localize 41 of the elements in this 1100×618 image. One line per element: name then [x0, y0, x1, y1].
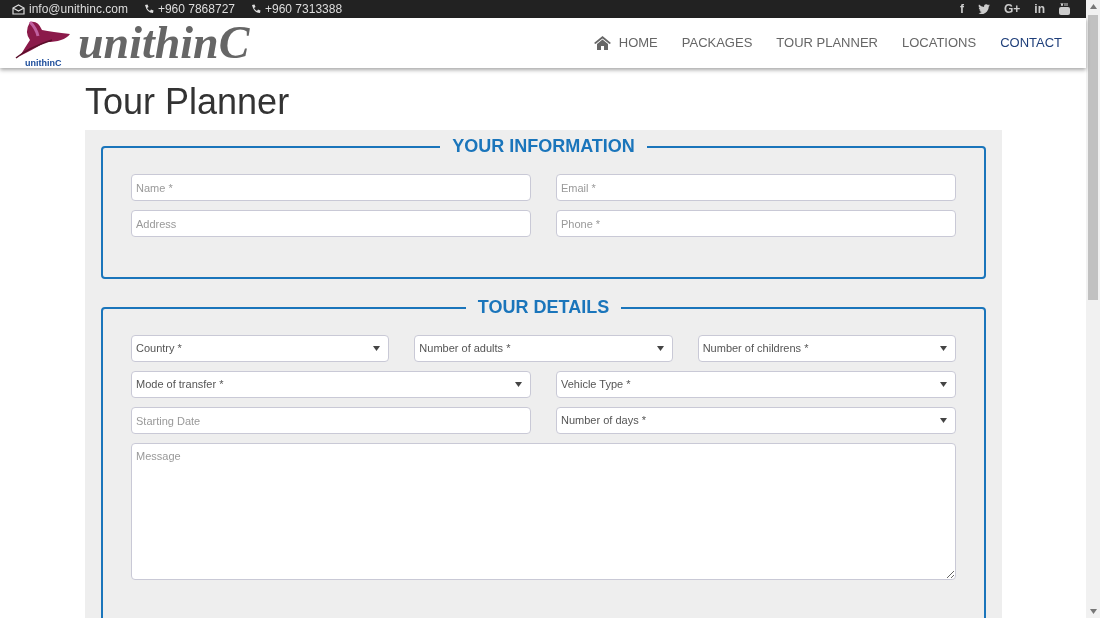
phone-icon: [143, 4, 154, 14]
email-link[interactable]: info@unithinc.com: [12, 0, 128, 18]
caret-icon: [940, 418, 947, 423]
dropdown[interactable]: Vehicle Type *: [556, 371, 956, 398]
dropdown[interactable]: Number of childrens *: [697, 335, 956, 362]
video-icon[interactable]: [1059, 3, 1070, 15]
home-icon: [593, 36, 611, 50]
phone-link[interactable]: +960 7868727: [143, 0, 235, 18]
nav-link[interactable]: HOME: [593, 33, 658, 53]
envelope-icon: [12, 3, 25, 15]
input-field[interactable]: Phone *: [556, 210, 956, 237]
dropdown[interactable]: Mode of transfer *: [131, 371, 531, 398]
caret-icon: [940, 346, 947, 351]
caret-icon: [373, 346, 381, 351]
dropdown[interactable]: Number of days *: [556, 407, 956, 434]
social-link[interactable]: f: [960, 0, 964, 18]
nav-link[interactable]: LOCATIONS: [901, 33, 977, 53]
dropdown[interactable]: Country *: [131, 335, 390, 362]
input-field[interactable]: Address: [131, 210, 531, 237]
scroll-up-icon[interactable]: [1089, 4, 1097, 9]
social-link[interactable]: in: [1034, 0, 1045, 18]
dropdown[interactable]: Number of adults *: [414, 335, 673, 362]
nav-link[interactable]: PACKAGES: [681, 33, 753, 53]
nav-link[interactable]: CONTACT: [1000, 33, 1062, 53]
phone-icon: [251, 4, 261, 14]
caret-icon: [940, 382, 947, 387]
nav-link[interactable]: TOUR PLANNER: [776, 33, 878, 53]
scrollbar[interactable]: [1086, 0, 1100, 618]
caret-icon: [656, 346, 664, 351]
logo-text: unithinC: [78, 18, 250, 68]
bird-icon[interactable]: [978, 4, 990, 14]
input-field[interactable]: Email *: [556, 174, 956, 201]
input-field[interactable]: Name *: [131, 174, 531, 201]
message-field[interactable]: Message: [131, 443, 956, 580]
scroll-down-icon[interactable]: [1089, 609, 1097, 614]
caret-icon: [515, 382, 522, 387]
phone-link[interactable]: +960 7313388: [251, 0, 343, 18]
social-link[interactable]: G+: [1004, 0, 1021, 18]
scroll-thumb[interactable]: [1088, 15, 1098, 300]
page-title: Tour Planner: [85, 80, 291, 124]
input-field[interactable]: Starting Date: [131, 407, 531, 434]
